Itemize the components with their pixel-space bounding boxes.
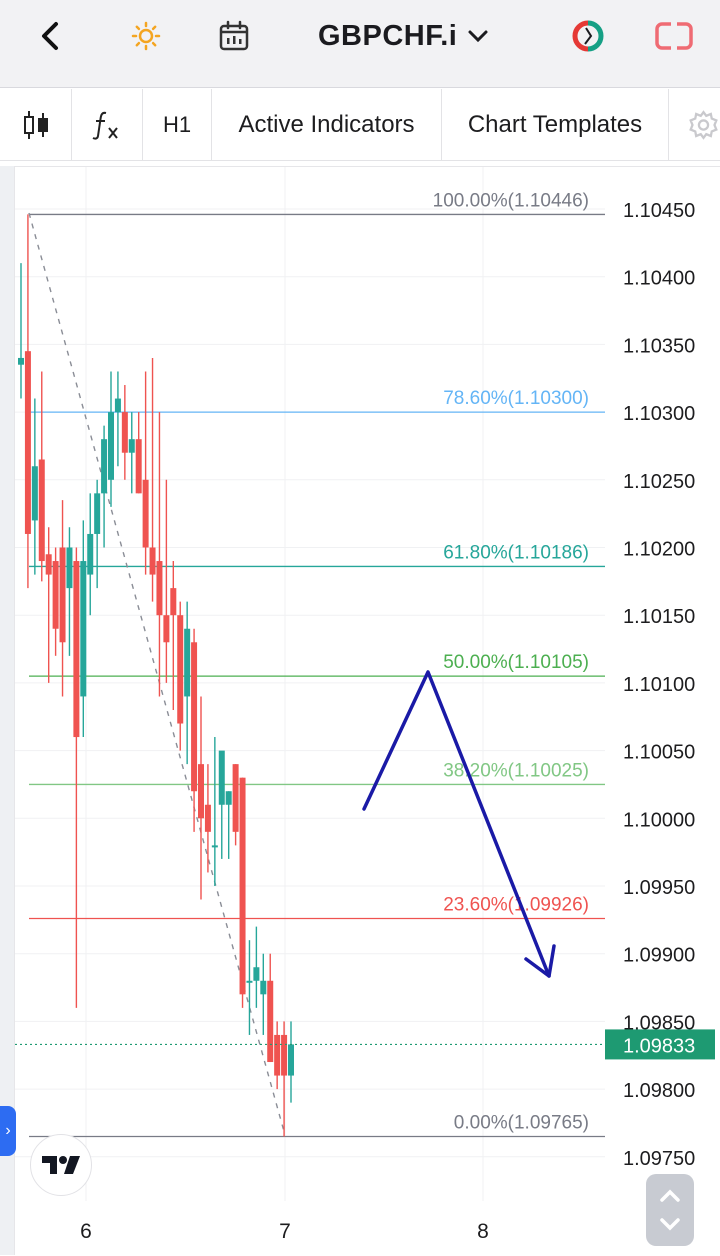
candle-body — [80, 561, 87, 697]
y-axis-tick-label: 1.10050 — [623, 742, 695, 764]
y-axis-tick-label: 1.10000 — [623, 809, 695, 831]
chart-area[interactable]: 100.00%(1.10446) 78.60%(1.10300) 61.80%(1.… — [14, 166, 720, 1255]
candle-body — [232, 764, 239, 832]
fx-icon — [92, 111, 118, 140]
x-axis-tick-label: 8 — [477, 1220, 489, 1243]
active-indicators-button[interactable]: Active Indicators — [212, 89, 442, 161]
tradingview-icon — [42, 1156, 80, 1174]
indicators-button[interactable] — [72, 89, 143, 161]
y-axis-tick-label: 1.10400 — [623, 268, 695, 290]
left-gutter — [0, 166, 14, 1255]
top-bar: GBPCHF.i — [0, 0, 720, 88]
fib-level-label: 0.00%(1.09765) — [454, 1112, 589, 1133]
chart-type-button[interactable] — [0, 89, 72, 161]
candle-body — [135, 439, 142, 494]
candle-body — [246, 980, 253, 983]
sentiment-ring-icon — [572, 20, 604, 52]
theme-toggle-button[interactable] — [124, 14, 168, 58]
last-price-label: 1.09833 — [623, 1035, 695, 1057]
candle-body — [142, 479, 149, 548]
candle-body — [163, 615, 170, 643]
symbol-label: GBPCHF.i — [318, 19, 458, 52]
candle-body — [18, 357, 24, 365]
symbol-selector[interactable]: GBPCHF.i — [318, 16, 489, 56]
back-button[interactable] — [28, 14, 72, 58]
y-axis-tick-label: 1.10450 — [623, 200, 695, 222]
settings-button[interactable] — [669, 89, 720, 161]
candle-body — [38, 459, 45, 562]
y-axis-tick-label: 1.10350 — [623, 335, 695, 357]
candle-body — [45, 554, 52, 575]
candle-body — [177, 615, 184, 724]
candle-body — [184, 628, 191, 697]
chevron-down-icon — [468, 30, 488, 43]
sun-icon — [131, 21, 161, 51]
candle-body — [253, 967, 260, 981]
projection-arrow — [362, 670, 551, 978]
chevron-left-icon — [42, 22, 58, 50]
calendar-icon — [219, 20, 249, 51]
sentiment-button[interactable] — [566, 14, 610, 58]
chevron-down-icon — [660, 1218, 680, 1231]
candle-body — [101, 439, 108, 494]
candle-body — [108, 412, 114, 480]
candle-body — [24, 351, 31, 534]
fib-trend-line — [28, 212, 286, 1136]
candle-body — [274, 1034, 281, 1076]
candle-body — [31, 466, 38, 521]
y-axis-tick-label: 1.10300 — [623, 403, 695, 425]
layout-button[interactable] — [652, 14, 696, 58]
chevron-right-icon: › — [5, 1122, 11, 1139]
candlestick-icon — [23, 111, 48, 139]
y-axis-tick-label: 1.09750 — [623, 1148, 695, 1170]
scroll-price-button[interactable] — [646, 1174, 694, 1246]
candle-body — [281, 1034, 288, 1076]
y-axis-tick-label: 1.10100 — [623, 674, 695, 696]
candle-body — [267, 980, 274, 1063]
tradingview-logo[interactable] — [30, 1134, 92, 1196]
x-axis-tick-label: 6 — [80, 1220, 92, 1243]
candle-body — [52, 561, 59, 629]
fib-level-label: 78.60%(1.10300) — [443, 388, 589, 409]
candle-body — [170, 588, 177, 616]
candle-body — [149, 547, 156, 575]
candle-body — [239, 777, 246, 995]
y-axis-tick-label: 1.09900 — [623, 945, 695, 967]
candle-body — [66, 547, 73, 589]
fib-level-label: 100.00%(1.10446) — [433, 190, 589, 211]
candle-body — [211, 845, 218, 848]
y-axis-tick-label: 1.10200 — [623, 539, 695, 561]
candle-body — [288, 1044, 294, 1076]
x-axis-tick-label: 7 — [279, 1220, 291, 1243]
y-axis-tick-label: 1.10250 — [623, 471, 695, 493]
chart-templates-button[interactable]: Chart Templates — [442, 89, 669, 161]
chart-toolbar: H1 Active Indicators Chart Templates — [0, 89, 720, 161]
y-axis-tick-label: 1.09950 — [623, 877, 695, 899]
side-panel-toggle[interactable]: › — [0, 1106, 16, 1156]
calendar-button[interactable] — [212, 14, 256, 58]
candle-body — [114, 398, 121, 413]
candle-body — [73, 561, 80, 738]
gear-icon — [689, 110, 718, 140]
fib-level-label: 50.00%(1.10105) — [443, 652, 589, 673]
y-axis-tick-label: 1.10150 — [623, 606, 695, 628]
candle-body — [260, 980, 267, 995]
candle-body — [59, 547, 66, 643]
candle-body — [94, 493, 101, 534]
price-chart[interactable]: 100.00%(1.10446) 78.60%(1.10300) 61.80%(1.… — [15, 167, 720, 1256]
chevron-up-icon — [660, 1189, 680, 1202]
candle-body — [225, 791, 232, 805]
candle-body — [156, 561, 163, 616]
layout-icon — [655, 22, 693, 50]
candle-body — [87, 533, 94, 575]
candle-body — [128, 439, 135, 453]
fib-level-label: 61.80%(1.10186) — [443, 542, 589, 563]
candle-body — [204, 804, 211, 832]
y-axis-tick-label: 1.09800 — [623, 1080, 695, 1102]
candle-body — [121, 412, 128, 453]
candle-body — [191, 642, 198, 792]
timeframe-button[interactable]: H1 — [143, 89, 212, 161]
candle-body — [198, 764, 204, 819]
candle-body — [218, 750, 225, 805]
